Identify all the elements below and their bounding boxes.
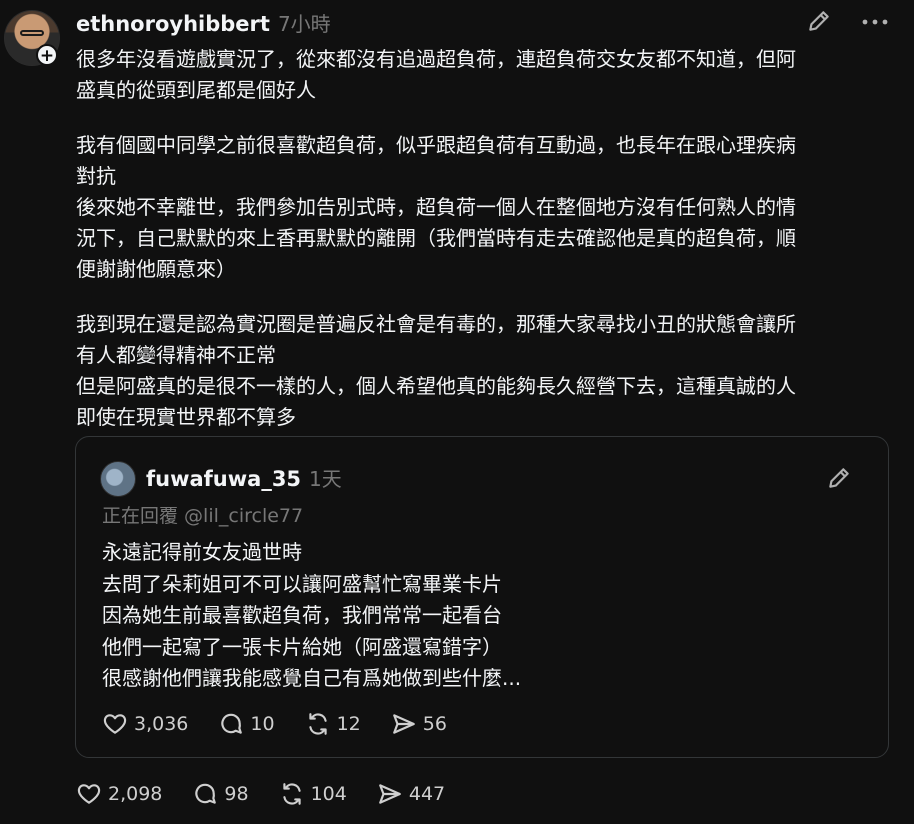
comment-count: 98 — [224, 783, 249, 805]
quoted-like-count: 3,036 — [134, 713, 189, 735]
quoted-comment-count: 10 — [250, 713, 275, 735]
repost-button[interactable]: 104 — [279, 781, 347, 807]
quoted-edit-icon[interactable] — [826, 465, 852, 491]
post-timestamp[interactable]: 7小時 — [278, 8, 331, 37]
post-paragraph-2: 我有個國中同學之前很喜歡超負荷，似乎跟超負荷有互動過，也長年在跟心理疾病 對抗 … — [76, 133, 796, 281]
post-username[interactable]: ethnoroyhibbert — [76, 12, 270, 36]
quoted-line: 去問了朵莉姐可不可以讓阿盛幫忙寫畢業卡片 — [102, 571, 502, 596]
quoted-body: 永遠記得前女友過世時 去問了朵莉姐可不可以讓阿盛幫忙寫畢業卡片 因為她生前最喜歡… — [102, 537, 862, 695]
edit-icon[interactable] — [806, 8, 832, 34]
repost-icon — [282, 783, 301, 805]
comment-icon — [195, 783, 217, 804]
repost-icon — [308, 713, 327, 735]
avatar-glasses — [20, 30, 44, 36]
quoted-header: fuwafuwa_35 1天 — [146, 463, 342, 492]
quoted-avatar[interactable] — [100, 461, 136, 497]
comment-button[interactable]: 98 — [192, 781, 249, 807]
post-header: ethnoroyhibbert 7小時 — [76, 8, 331, 36]
post-paragraph-3: 我到現在還是認為實況圈是普遍反社會是有毒的，那種大家尋找小丑的狀態會讓所 有人都… — [76, 312, 796, 429]
share-icon — [379, 784, 401, 804]
quoted-username[interactable]: fuwafuwa_35 — [146, 467, 301, 491]
follow-plus-icon[interactable]: + — [36, 44, 58, 66]
share-button[interactable]: 447 — [377, 781, 445, 807]
quoted-post-card[interactable]: fuwafuwa_35 1天 正在回覆 @lil_circle77 永遠記得前女… — [75, 436, 889, 758]
quoted-share-count: 56 — [422, 713, 447, 735]
post-body: 很多年沒看遊戲實況了，從來都沒有追過超負荷，連超負荷交女友都不知道，但阿 盛真的… — [76, 44, 896, 457]
quoted-line: 因為她生前最喜歡超負荷，我們常常一起看台 — [102, 603, 502, 627]
quoted-share-button[interactable]: 56 — [391, 711, 447, 737]
heart-icon — [103, 714, 127, 734]
quoted-timestamp[interactable]: 1天 — [309, 463, 342, 492]
heart-icon — [77, 784, 101, 804]
repost-count: 104 — [310, 783, 347, 805]
quoted-line: 永遠記得前女友過世時 — [102, 540, 302, 564]
quoted-comment-button[interactable]: 10 — [218, 711, 275, 737]
share-icon — [392, 714, 415, 734]
quoted-line: 他們一起寫了一張卡片給她（阿盛還寫錯字） — [102, 634, 502, 659]
more-icon[interactable] — [860, 10, 890, 34]
quoted-repost-button[interactable]: 12 — [305, 711, 361, 737]
quoted-repost-count: 12 — [336, 713, 361, 735]
quoted-actions: 3,036 10 12 56 — [102, 711, 477, 737]
like-button[interactable]: 2,098 — [76, 781, 162, 807]
like-count: 2,098 — [108, 783, 163, 805]
comment-icon — [221, 713, 243, 734]
quoted-like-button[interactable]: 3,036 — [102, 711, 188, 737]
post-paragraph-1: 很多年沒看遊戲實況了，從來都沒有追過超負荷，連超負荷交女友都不知道，但阿 盛真的… — [76, 47, 796, 102]
quoted-reply-to[interactable]: 正在回覆 @lil_circle77 — [102, 501, 303, 528]
post-actions: 2,098 98 104 447 — [76, 781, 475, 807]
share-count: 447 — [408, 783, 446, 805]
quoted-line: 很感謝他們讓我能感覺自己有爲她做到些什麼... — [102, 666, 522, 690]
